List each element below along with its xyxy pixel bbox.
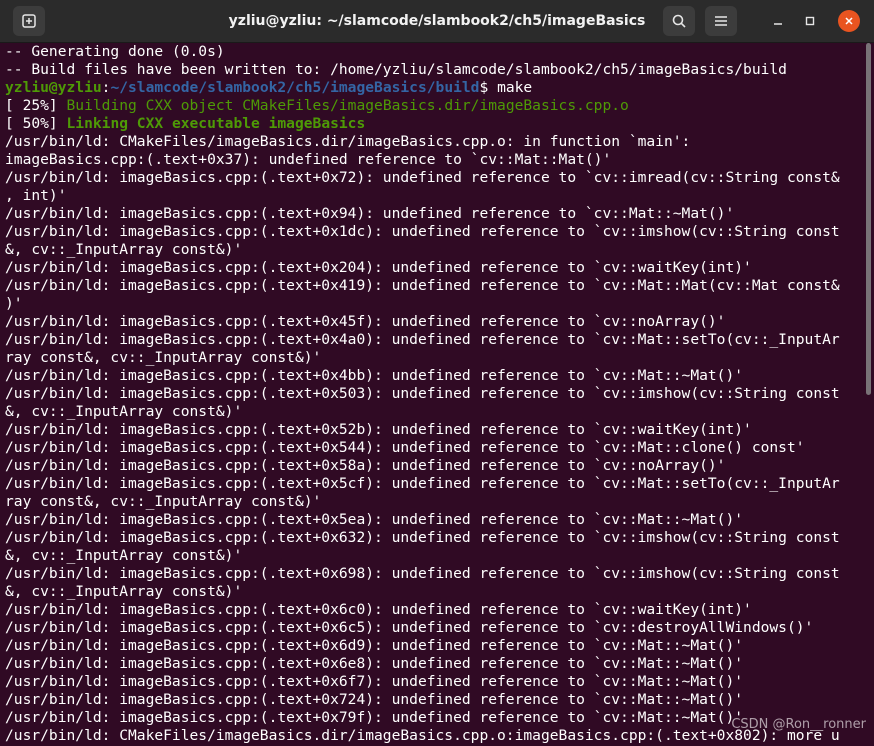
output-line: &, cv::_InputArray const&)'	[5, 403, 243, 420]
shell-prompt-line: yzliu@yzliu:~/slamcode/slambook2/ch5/ima…	[0, 79, 862, 97]
output-line: /usr/bin/ld: imageBasics.cpp:(.text+0x50…	[5, 385, 840, 402]
progress-text: Linking CXX executable imageBasics	[66, 115, 366, 132]
output-line: /usr/bin/ld: imageBasics.cpp:(.text+0x54…	[5, 439, 805, 456]
scrollbar-thumb[interactable]	[866, 43, 871, 395]
menu-button[interactable]	[705, 6, 737, 36]
watermark: CSDN @Ron__ronner	[731, 717, 866, 732]
prompt-command: make	[497, 79, 533, 96]
output-line: /usr/bin/ld: imageBasics.cpp:(.text+0x63…	[5, 529, 840, 546]
output-line: imageBasics.cpp:(.text+0x37): undefined …	[5, 151, 612, 168]
output-line: /usr/bin/ld: imageBasics.cpp:(.text+0x6d…	[5, 637, 744, 654]
output-line: /usr/bin/ld: imageBasics.cpp:(.text+0x6c…	[5, 601, 752, 618]
output-line: /usr/bin/ld: imageBasics.cpp:(.text+0x94…	[5, 205, 735, 222]
progress-text: Building CXX object CMakeFiles/imageBasi…	[66, 97, 629, 114]
output-line: /usr/bin/ld: imageBasics.cpp:(.text+0x5e…	[5, 511, 744, 528]
window-title: yzliu@yzliu: ~/slamcode/slambook2/ch5/im…	[228, 13, 646, 29]
output-line: /usr/bin/ld: imageBasics.cpp:(.text+0x52…	[5, 421, 752, 438]
output-line: /usr/bin/ld: imageBasics.cpp:(.text+0x20…	[5, 259, 752, 276]
prompt-user: yzliu@yzliu	[5, 79, 102, 96]
linker-error-output: /usr/bin/ld: CMakeFiles/imageBasics.dir/…	[0, 133, 862, 745]
hamburger-menu-icon	[715, 16, 727, 26]
close-button[interactable]	[838, 10, 860, 32]
maximize-icon	[805, 16, 815, 26]
search-icon	[672, 14, 686, 28]
close-icon	[845, 17, 853, 25]
output-line: /usr/bin/ld: imageBasics.cpp:(.text+0x69…	[5, 565, 840, 582]
output-line: /usr/bin/ld: imageBasics.cpp:(.text+0x45…	[5, 313, 726, 330]
output-line: )'	[5, 295, 23, 312]
search-button[interactable]	[663, 6, 695, 36]
output-line: /usr/bin/ld: CMakeFiles/imageBasics.dir/…	[5, 133, 691, 150]
prompt-symbol: $	[479, 79, 498, 96]
output-line: /usr/bin/ld: imageBasics.cpp:(.text+0x6e…	[5, 655, 744, 672]
output-line: -- Generating done (0.0s)	[5, 43, 225, 60]
output-line: ray const&, cv::_InputArray const&)'	[5, 493, 322, 510]
output-line: /usr/bin/ld: imageBasics.cpp:(.text+0x5c…	[5, 475, 840, 492]
output-line: /usr/bin/ld: imageBasics.cpp:(.text+0x1d…	[5, 223, 840, 240]
output-line: /usr/bin/ld: imageBasics.cpp:(.text+0x4b…	[5, 367, 744, 384]
output-line: &, cv::_InputArray const&)'	[5, 583, 243, 600]
output-line: /usr/bin/ld: imageBasics.cpp:(.text+0x41…	[5, 277, 840, 294]
terminal-scrollbar[interactable]	[864, 43, 874, 746]
maximize-button[interactable]	[799, 10, 821, 32]
progress-percent: [ 25%]	[5, 97, 67, 114]
output-line: &, cv::_InputArray const&)'	[5, 547, 243, 564]
output-line: /usr/bin/ld: imageBasics.cpp:(.text+0x4a…	[5, 331, 840, 348]
output-line: -- Build files have been written to: /ho…	[5, 61, 787, 78]
progress-percent: [ 50%]	[5, 115, 67, 132]
title-bar: yzliu@yzliu: ~/slamcode/slambook2/ch5/im…	[0, 0, 874, 43]
progress-line: [ 25%] Building CXX object CMakeFiles/im…	[0, 97, 862, 115]
new-tab-icon	[22, 14, 36, 28]
output-line: ray const&, cv::_InputArray const&)'	[5, 349, 322, 366]
progress-line: [ 50%] Linking CXX executable imageBasic…	[0, 115, 862, 133]
output-line: /usr/bin/ld: imageBasics.cpp:(.text+0x6c…	[5, 619, 814, 636]
output-line: /usr/bin/ld: imageBasics.cpp:(.text+0x6f…	[5, 673, 744, 690]
output-line: , int)'	[5, 187, 67, 204]
output-line: /usr/bin/ld: imageBasics.cpp:(.text+0x72…	[5, 169, 840, 186]
output-line: /usr/bin/ld: imageBasics.cpp:(.text+0x58…	[5, 457, 726, 474]
prompt-path: ~/slamcode/slambook2/ch5/imageBasics/bui…	[110, 79, 480, 96]
new-tab-button[interactable]	[13, 6, 45, 36]
output-line: &, cv::_InputArray const&)'	[5, 241, 243, 258]
output-line: /usr/bin/ld: imageBasics.cpp:(.text+0x72…	[5, 691, 744, 708]
minimize-button[interactable]	[767, 10, 789, 32]
minimize-icon	[774, 23, 782, 25]
terminal-output[interactable]: -- Generating done (0.0s) -- Build files…	[0, 43, 862, 746]
